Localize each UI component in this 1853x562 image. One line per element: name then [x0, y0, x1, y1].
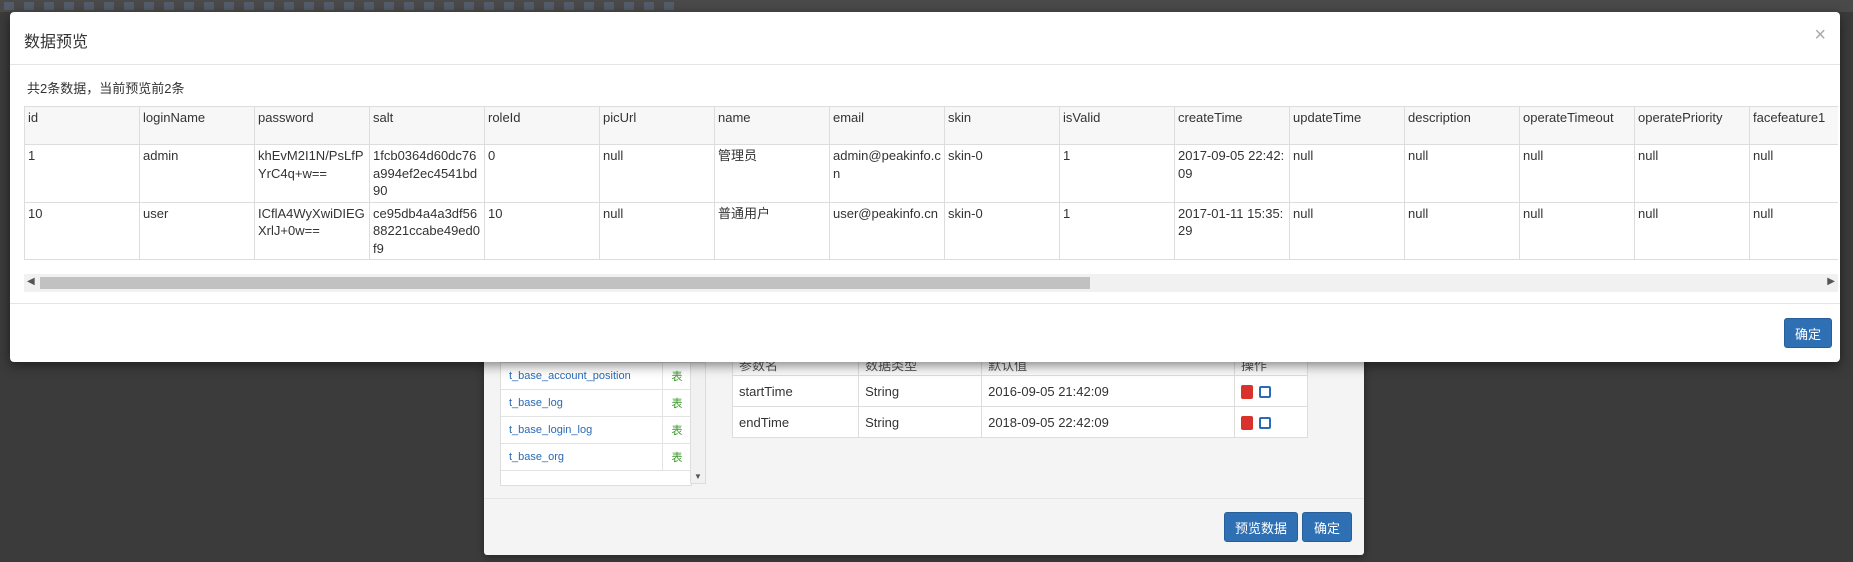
table-name[interactable]: t_base_login_log: [501, 424, 662, 436]
cell-operatePriority: null: [1634, 201, 1750, 260]
param-actions: [1234, 406, 1308, 438]
column-header-description: description: [1404, 106, 1520, 145]
cell-salt: ce95db4a4a3df5688221ccabe49ed0f9: [369, 201, 485, 260]
scroll-left-icon[interactable]: ◀: [27, 276, 35, 287]
table-list-item[interactable]: t_base_login_log 表: [501, 417, 691, 444]
table-list: t_base_account_position 表 t_base_log 表 t…: [500, 362, 692, 486]
cell-name: 管理员: [714, 144, 830, 203]
edit-icon[interactable]: [1259, 385, 1271, 398]
param-name: endTime: [731, 406, 860, 438]
cell-isValid: 1: [1059, 201, 1175, 260]
modal-header: 数据预览 ×: [10, 12, 1840, 65]
column-header-updateTime: updateTime: [1289, 106, 1405, 145]
column-header-createTime: createTime: [1174, 106, 1290, 145]
cell-loginName: admin: [139, 144, 255, 203]
table-list-item[interactable]: t_base_org 表: [501, 444, 691, 471]
cell-picUrl: null: [599, 201, 715, 260]
column-header-salt: salt: [369, 106, 485, 145]
scrollbar-thumb[interactable]: [40, 277, 1090, 289]
editor-toolbar: [0, 0, 1853, 12]
cell-createTime: 2017-01-11 15:35:29: [1174, 201, 1290, 260]
trash-icon[interactable]: [1241, 384, 1253, 399]
cell-createTime: 2017-09-05 22:42:09: [1174, 144, 1290, 203]
confirm-button[interactable]: 确定: [1302, 512, 1352, 542]
cell-skin: skin-0: [944, 201, 1060, 260]
cell-password: khEvM2I1N/PsLfPYrC4q+w==: [254, 144, 370, 203]
cell-password: ICflA4WyXwiDIEGXrlJ+0w==: [254, 201, 370, 260]
param-name: startTime: [731, 375, 860, 407]
param-actions: [1234, 375, 1308, 407]
table-list-scrollbar[interactable]: ▼: [690, 362, 706, 484]
table-type: 表: [662, 363, 691, 389]
cell-description: null: [1404, 201, 1520, 260]
cell-updateTime: null: [1289, 144, 1405, 203]
cell-name: 普通用户: [714, 201, 830, 260]
params-table: 参数名 数据类型 默认值 操作 startTime String 2016-09…: [731, 352, 1308, 438]
table-type: 表: [662, 390, 691, 416]
close-icon[interactable]: ×: [1814, 24, 1826, 47]
column-header-operateTimeout: operateTimeout: [1519, 106, 1635, 145]
cell-id: 1: [24, 144, 140, 203]
cell-id: 10: [24, 201, 140, 260]
preview-data-button[interactable]: 预览数据: [1224, 512, 1298, 542]
cell-operateTimeout: null: [1519, 144, 1635, 203]
dialog-footer-divider: [484, 498, 1364, 499]
modal-footer-divider: [10, 303, 1840, 304]
preview-table: id loginName password salt roleId picUrl name e…: [24, 106, 1838, 260]
cell-description: null: [1404, 144, 1520, 203]
preview-summary: 共2条数据，当前预览前2条: [27, 81, 185, 96]
cell-facefeature1: null: [1749, 201, 1838, 260]
table-header-row: id loginName password salt roleId picUrl name e…: [24, 106, 1838, 145]
column-header-roleId: roleId: [484, 106, 600, 145]
cell-facefeature1: null: [1749, 144, 1838, 203]
table-name[interactable]: t_base_account_position: [501, 370, 662, 382]
table-type: 表: [662, 417, 691, 443]
table-row: endTime String 2018-09-05 22:42:09: [731, 406, 1308, 438]
table-row: 1 admin khEvM2I1N/PsLfPYrC4q+w== 1fcb0364d6…: [24, 144, 1838, 203]
param-default: 2018-09-05 22:42:09: [981, 406, 1235, 438]
preview-table-container[interactable]: id loginName password salt roleId picUrl name e…: [24, 106, 1838, 268]
cell-updateTime: null: [1289, 201, 1405, 260]
modal-title: 数据预览: [24, 34, 89, 51]
column-header-password: password: [254, 106, 370, 145]
cell-picUrl: null: [599, 144, 715, 203]
param-type: String: [858, 375, 983, 407]
cell-salt: 1fcb0364d60dc76a994ef2ec4541bd90: [369, 144, 485, 203]
cell-isValid: 1: [1059, 144, 1175, 203]
column-header-isValid: isValid: [1059, 106, 1175, 145]
column-header-email: email: [829, 106, 945, 145]
column-header-facefeature1: facefeature1: [1749, 106, 1838, 145]
table-list-item[interactable]: t_base_account_position 表: [501, 363, 691, 390]
cell-operateTimeout: null: [1519, 201, 1635, 260]
scroll-right-icon[interactable]: ▶: [1827, 276, 1835, 287]
data-preview-modal: 数据预览 × 共2条数据，当前预览前2条 id loginName password…: [10, 12, 1840, 362]
column-header-name: name: [714, 106, 830, 145]
cell-roleId: 0: [484, 144, 600, 203]
cell-operatePriority: null: [1634, 144, 1750, 203]
table-name[interactable]: t_base_org: [501, 451, 662, 463]
table-type: 表: [662, 444, 691, 470]
cell-email: user@peakinfo.cn: [829, 201, 945, 260]
table-row: startTime String 2016-09-05 21:42:09: [731, 375, 1308, 407]
cell-email: admin@peakinfo.cn: [829, 144, 945, 203]
edit-icon[interactable]: [1259, 416, 1271, 429]
column-header-picUrl: picUrl: [599, 106, 715, 145]
column-header-loginName: loginName: [139, 106, 255, 145]
table-name[interactable]: t_base_log: [501, 397, 662, 409]
column-header-id: id: [24, 106, 140, 145]
cell-roleId: 10: [484, 201, 600, 260]
table-list-item[interactable]: t_base_log 表: [501, 390, 691, 417]
scroll-down-icon[interactable]: ▼: [694, 472, 702, 481]
cell-skin: skin-0: [944, 144, 1060, 203]
column-header-operatePriority: operatePriority: [1634, 106, 1750, 145]
param-default: 2016-09-05 21:42:09: [981, 375, 1235, 407]
horizontal-scrollbar[interactable]: ◀ ▶: [24, 274, 1838, 292]
column-header-skin: skin: [944, 106, 1060, 145]
trash-icon[interactable]: [1241, 415, 1253, 430]
table-row: 10 user ICflA4WyXwiDIEGXrlJ+0w== ce95db4a4a…: [24, 201, 1838, 260]
cell-loginName: user: [139, 201, 255, 260]
confirm-button[interactable]: 确定: [1784, 318, 1832, 348]
param-type: String: [858, 406, 983, 438]
